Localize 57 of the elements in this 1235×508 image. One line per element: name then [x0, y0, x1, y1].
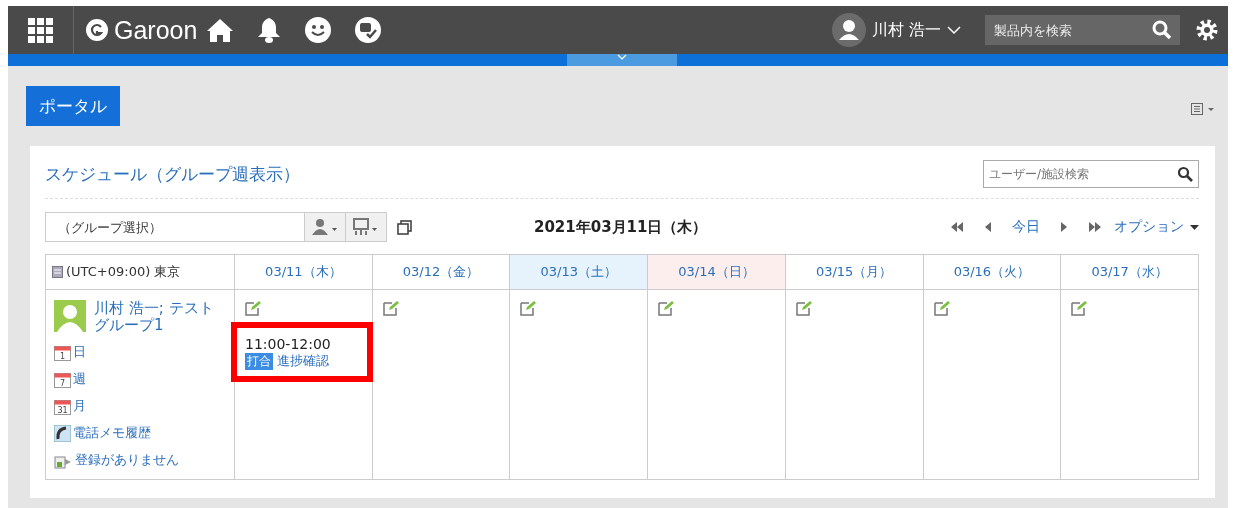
user-avatar-icon — [54, 300, 86, 332]
facility-picker-button[interactable] — [345, 213, 386, 241]
current-date: 2021年03月11日（木） — [534, 217, 709, 237]
list-menu-icon[interactable] — [1191, 103, 1215, 115]
search-icon[interactable] — [1152, 20, 1172, 40]
search-icon[interactable] — [1177, 166, 1193, 182]
next-day-icon[interactable] — [1060, 222, 1068, 232]
avatar-icon — [831, 13, 866, 47]
event-time: 11:00-12:00 — [245, 336, 331, 352]
add-event-icon[interactable] — [933, 300, 950, 316]
member-link[interactable]: 週 — [73, 370, 86, 388]
caret-down-icon — [1190, 224, 1199, 230]
next-week-icon[interactable] — [1088, 222, 1102, 232]
message-check-icon[interactable] — [355, 17, 382, 43]
member-link[interactable]: 電話メモ履歴 — [73, 424, 151, 442]
timezone-icon — [52, 266, 63, 278]
member-name[interactable]: 川村 浩一; テストグループ1 — [94, 300, 226, 334]
portal-tab[interactable]: ポータル — [26, 86, 120, 126]
event-title[interactable]: 進捗確認 — [277, 352, 329, 370]
add-event-icon[interactable] — [1071, 300, 1088, 316]
portlet-title[interactable]: スケジュール（グループ週表示） — [45, 162, 300, 186]
user-search-box[interactable]: ユーザー/施設検索 — [983, 160, 1199, 188]
chevron-down-icon[interactable] — [947, 25, 961, 35]
add-event-icon[interactable] — [245, 300, 261, 316]
app-logo[interactable]: Garoon — [114, 15, 198, 45]
event-tag: 打合 — [245, 352, 273, 370]
calendar-icon: 1 — [54, 343, 71, 361]
settings-icon[interactable] — [1194, 17, 1220, 43]
user-name[interactable]: 川村 浩一 — [871, 19, 941, 41]
logo-icon — [86, 19, 108, 41]
timezone-label: (UTC+09:00) 東京 — [66, 263, 181, 281]
today-link[interactable]: 今日 — [1012, 218, 1040, 236]
phone-icon — [54, 424, 71, 442]
member-link[interactable]: 登録がありません — [75, 451, 179, 469]
group-select[interactable]: （グループ選択） — [45, 212, 387, 242]
person-icon — [312, 218, 338, 236]
calendar-icon: 31 — [54, 397, 71, 415]
facility-icon — [353, 218, 379, 236]
add-event-icon[interactable] — [658, 300, 675, 316]
bell-icon[interactable] — [257, 17, 282, 43]
previous-week-icon[interactable] — [950, 222, 964, 232]
previous-day-icon[interactable] — [984, 222, 992, 232]
add-event-icon[interactable] — [795, 300, 812, 316]
options-menu[interactable]: オプション — [1114, 218, 1199, 236]
member-link[interactable]: 日 — [73, 343, 86, 361]
calendar-icon: 7 — [54, 370, 71, 388]
user-picker-button[interactable] — [304, 213, 345, 241]
add-event-icon[interactable] — [520, 300, 537, 316]
copy-icon[interactable] — [397, 219, 412, 235]
search-box[interactable]: 製品内を検索 — [985, 15, 1180, 45]
home-icon[interactable] — [207, 18, 234, 42]
app-menu-icon[interactable] — [28, 17, 53, 43]
member-link[interactable]: 月 — [73, 397, 86, 415]
add-event-icon[interactable] — [382, 300, 399, 316]
smiley-icon[interactable] — [305, 17, 332, 43]
chevron-down-icon — [617, 54, 627, 61]
search-input[interactable]: 製品内を検索 — [985, 21, 1152, 39]
